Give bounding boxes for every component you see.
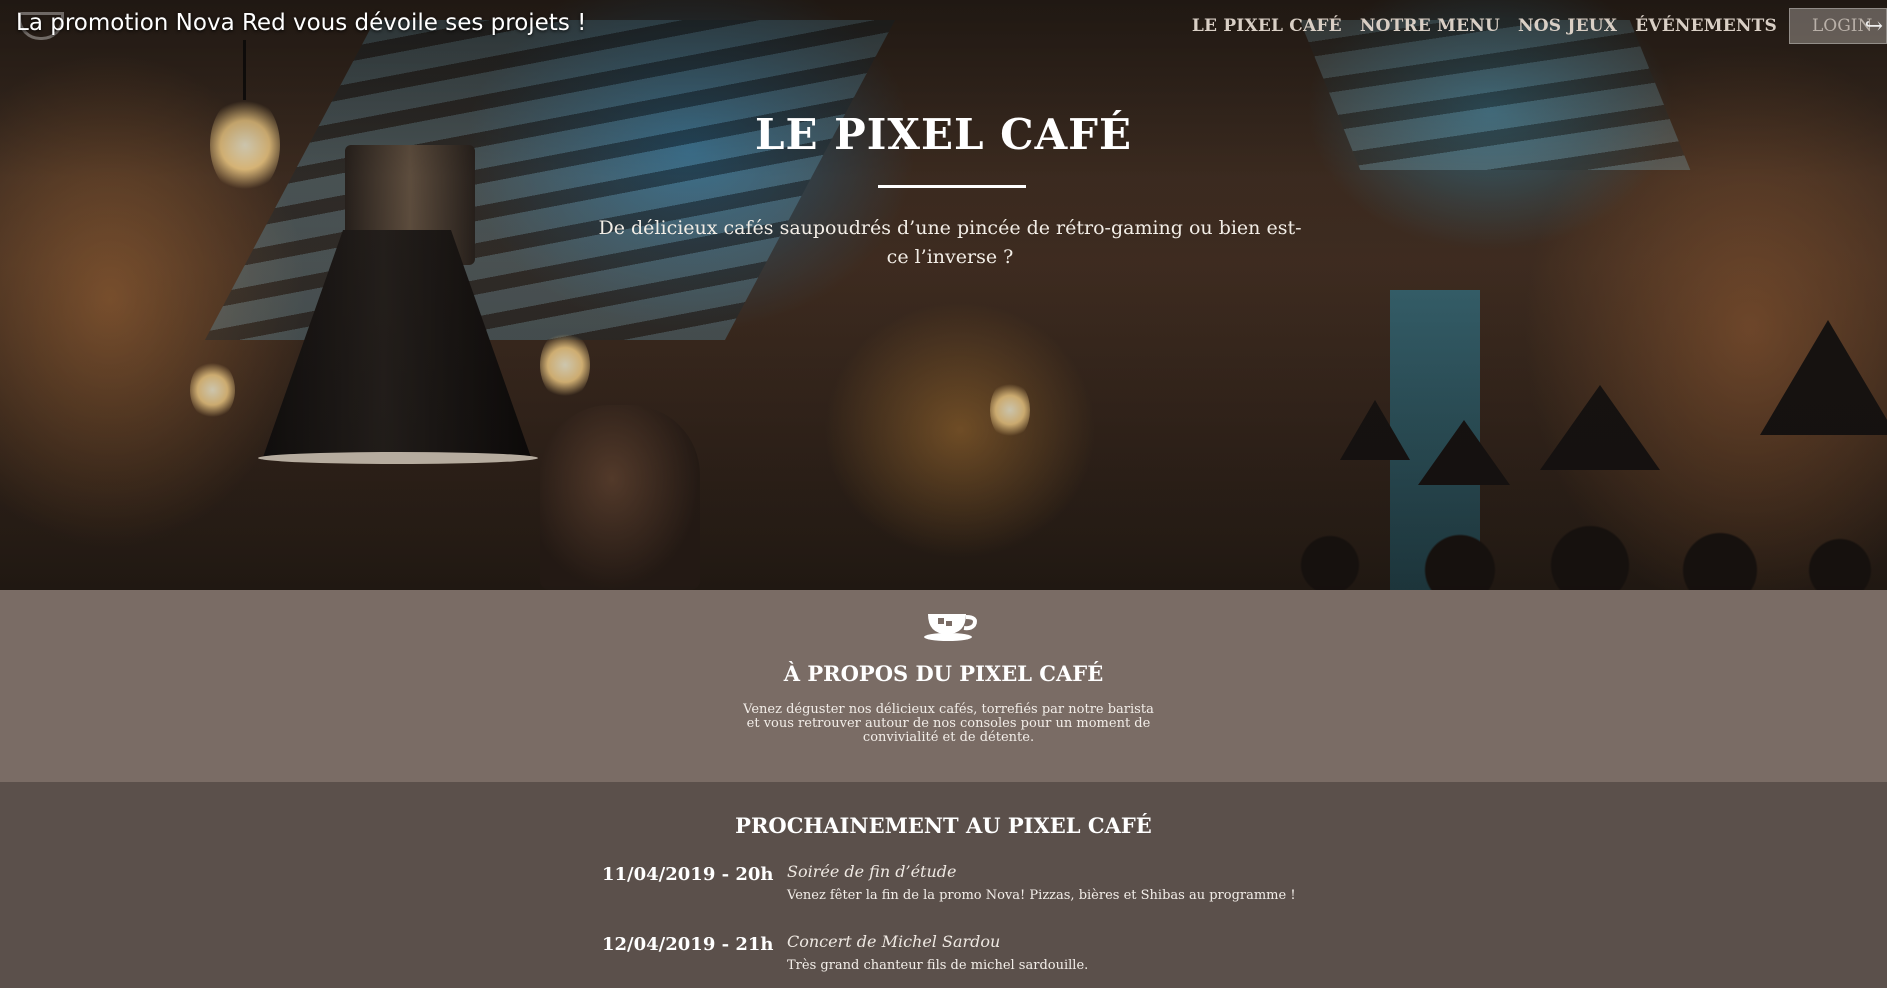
event-name: Soirée de fin d’étude bbox=[787, 862, 957, 881]
event-name: Concert de Michel Sardou bbox=[787, 932, 1001, 951]
hero-divider bbox=[878, 185, 1026, 188]
hero-banner: La promotion Nova Red vous dévoile ses p… bbox=[0, 0, 1887, 590]
about-title: À PROPOS DU PIXEL CAFÉ bbox=[783, 661, 1104, 686]
hero-title: LE PIXEL CAFÉ bbox=[755, 110, 1132, 159]
event-description: Venez fêter la fin de la promo Nova! Piz… bbox=[787, 888, 1296, 903]
video-title[interactable]: La promotion Nova Red vous dévoile ses p… bbox=[16, 10, 586, 36]
hero-subtitle: De délicieux cafés saupoudrés d’une pinc… bbox=[598, 217, 1302, 268]
nav-item-notre-menu[interactable]: NOTRE MENU bbox=[1360, 16, 1500, 36]
nav-item-evenements[interactable]: ÉVÉNEMENTS bbox=[1635, 16, 1777, 36]
hero-overlay bbox=[0, 0, 1887, 590]
share-arrow-icon[interactable]: ↪ bbox=[1865, 14, 1883, 39]
event-description: Très grand chanteur fils de michel sardo… bbox=[787, 958, 1089, 973]
coffee-cup-icon bbox=[924, 614, 977, 641]
about-text: Venez déguster nos délicieux cafés, torr… bbox=[743, 702, 1154, 745]
events-title: PROCHAINEMENT AU PIXEL CAFÉ bbox=[735, 813, 1152, 838]
event-date: 12/04/2019 - 21h bbox=[602, 934, 774, 955]
event-date: 11/04/2019 - 20h bbox=[602, 864, 774, 885]
nav-item-le-pixel-cafe[interactable]: LE PIXEL CAFÉ bbox=[1192, 16, 1342, 36]
nav-item-nos-jeux[interactable]: NOS JEUX bbox=[1518, 16, 1617, 36]
main-nav: LE PIXEL CAFÉ NOTRE MENU NOS JEUX ÉVÉNEM… bbox=[1192, 16, 1777, 36]
